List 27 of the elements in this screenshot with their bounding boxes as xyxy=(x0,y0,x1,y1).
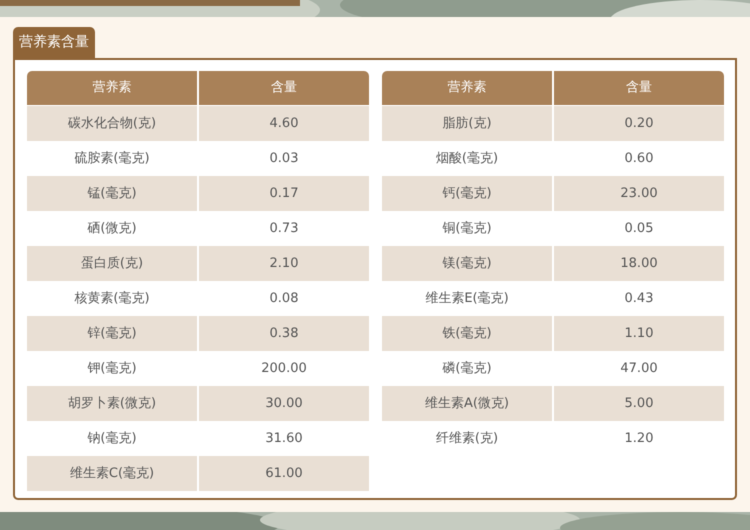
table-cell: 0.20 xyxy=(554,106,724,141)
table-cell: 0.38 xyxy=(199,316,369,351)
table-cell: 0.17 xyxy=(199,176,369,211)
table-cell: 铁(毫克) xyxy=(382,316,552,351)
column-header: 营养素 xyxy=(382,71,552,106)
table-cell: 镁(毫克) xyxy=(382,246,552,281)
table-cell: 2.10 xyxy=(199,246,369,281)
table-cell: 蛋白质(克) xyxy=(27,246,197,281)
table-cell: 胡罗卜素(微克) xyxy=(27,386,197,421)
table-cell: 钙(毫克) xyxy=(382,176,552,211)
table-cell: 4.60 xyxy=(199,106,369,141)
column-header: 营养素 xyxy=(27,71,197,106)
table-cell: 维生素A(微克) xyxy=(382,386,552,421)
table-cell: 维生素C(毫克) xyxy=(27,456,197,491)
table-cell: 23.00 xyxy=(554,176,724,211)
section-tab[interactable]: 营养素含量 xyxy=(13,27,95,58)
column-header: 含量 xyxy=(199,71,369,106)
table-cell: 锌(毫克) xyxy=(27,316,197,351)
table-cell: 碳水化合物(克) xyxy=(27,106,197,141)
table-cell: 1.10 xyxy=(554,316,724,351)
table-cell: 61.00 xyxy=(199,456,369,491)
table-cell: 5.00 xyxy=(554,386,724,421)
table-cell: 脂肪(克) xyxy=(382,106,552,141)
table-cell: 18.00 xyxy=(554,246,724,281)
table-cell: 锰(毫克) xyxy=(27,176,197,211)
table-cell: 30.00 xyxy=(199,386,369,421)
column-header: 含量 xyxy=(554,71,724,106)
